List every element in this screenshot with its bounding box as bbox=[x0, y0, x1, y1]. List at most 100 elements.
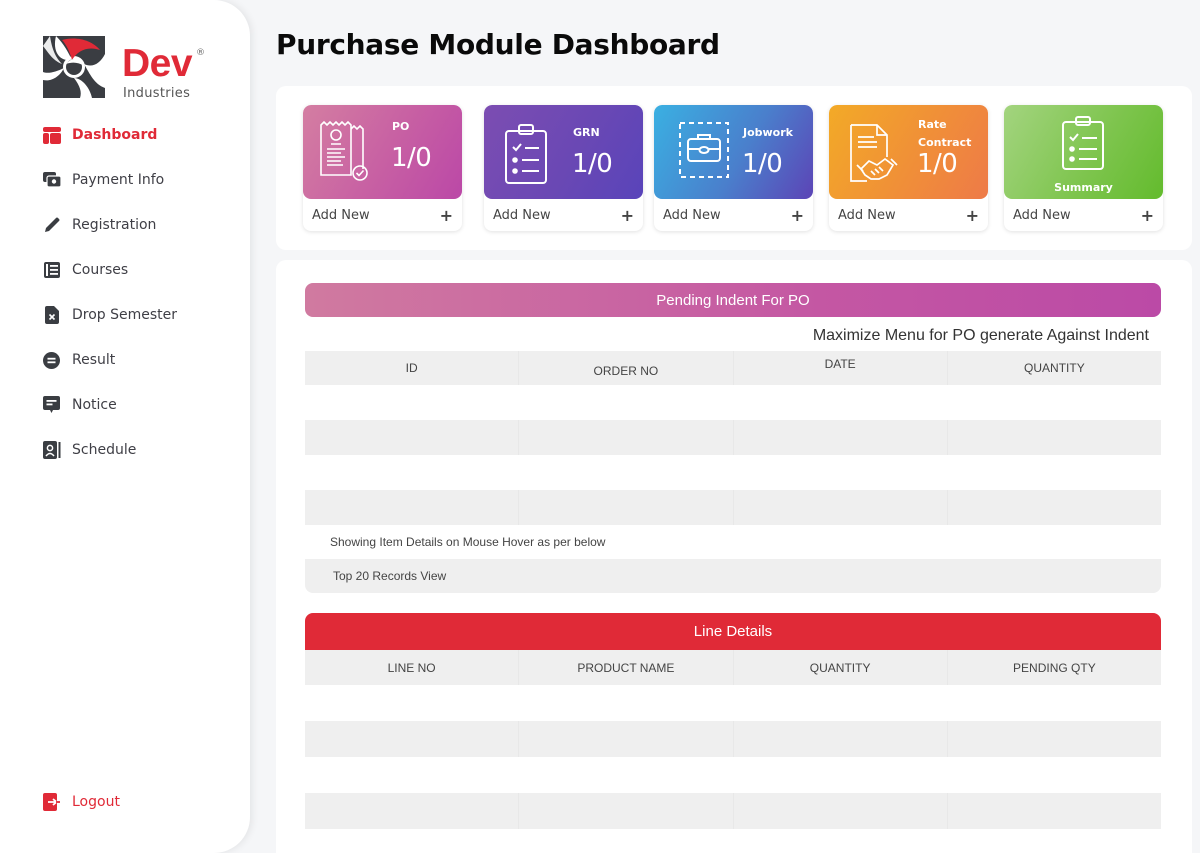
sidebar-item-label: Dashboard bbox=[72, 127, 158, 143]
column-header-pending-qty[interactable]: PENDING QTY bbox=[948, 650, 1161, 685]
table-row[interactable] bbox=[305, 757, 1161, 793]
sidebar-item-notice[interactable]: Notice bbox=[42, 393, 232, 417]
sidebar-item-result[interactable]: Result bbox=[42, 348, 232, 372]
card-count: 1/0 bbox=[391, 143, 432, 173]
table-row[interactable] bbox=[305, 455, 1161, 490]
sidebar-item-label: Payment Info bbox=[72, 172, 165, 188]
pencil-icon bbox=[42, 216, 61, 235]
add-new-jobwork-button[interactable]: Add New + bbox=[654, 199, 813, 231]
table-row[interactable] bbox=[305, 490, 1161, 525]
card-rate-contract-header[interactable]: Rate Contract 1/0 bbox=[829, 105, 988, 199]
sidebar-item-label: Result bbox=[72, 352, 116, 368]
table-header-row: ID ORDER NO DATE QUANTITY bbox=[305, 351, 1161, 385]
top-records-note[interactable]: Top 20 Records View bbox=[305, 559, 1161, 593]
card-jobwork-header[interactable]: Jobwork 1/0 bbox=[654, 105, 813, 199]
table-row[interactable] bbox=[305, 793, 1161, 829]
registered-mark: ® bbox=[196, 48, 205, 58]
column-header-product-name[interactable]: PRODUCT NAME bbox=[519, 650, 734, 685]
card-title: PO bbox=[392, 120, 410, 133]
hover-details-note: Showing Item Details on Mouse Hover as p… bbox=[305, 525, 1161, 559]
result-icon bbox=[42, 351, 61, 370]
card-count: 1/0 bbox=[572, 149, 613, 179]
table-row[interactable] bbox=[305, 721, 1161, 757]
dashboard-icon bbox=[42, 126, 61, 145]
plus-icon: + bbox=[620, 205, 634, 225]
logout-button[interactable]: Logout bbox=[42, 790, 232, 814]
notice-icon bbox=[42, 396, 61, 415]
drop-file-icon bbox=[42, 306, 61, 325]
maximize-menu-hint[interactable]: Maximize Menu for PO generate Against In… bbox=[813, 327, 1149, 345]
brand-name: Dev bbox=[122, 42, 193, 85]
schedule-icon bbox=[42, 441, 61, 460]
contract-handshake-icon bbox=[850, 124, 898, 182]
add-new-rate-contract-button[interactable]: Add New + bbox=[829, 199, 988, 231]
add-new-label: Add New bbox=[663, 207, 721, 223]
card-summary[interactable]: Summary Add New + bbox=[1004, 105, 1163, 231]
card-jobwork[interactable]: Jobwork 1/0 Add New + bbox=[654, 105, 813, 231]
card-grn[interactable]: GRN 1/0 Add New + bbox=[484, 105, 643, 231]
column-header-order-no[interactable]: ORDER NO bbox=[519, 351, 734, 385]
sidebar-item-label: Notice bbox=[72, 397, 117, 413]
table-row[interactable] bbox=[305, 385, 1161, 420]
line-details-table: LINE NO PRODUCT NAME QUANTITY PENDING QT… bbox=[305, 650, 1161, 829]
column-header-quantity[interactable]: QUANTITY bbox=[948, 351, 1161, 385]
sidebar-item-label: Drop Semester bbox=[72, 307, 178, 323]
logout-icon bbox=[42, 793, 61, 812]
column-header-date[interactable]: DATE bbox=[734, 351, 948, 385]
main-panel: Pending Indent For PO Maximize Menu for … bbox=[276, 260, 1192, 853]
column-header-quantity[interactable]: QUANTITY bbox=[734, 650, 948, 685]
table-row[interactable] bbox=[305, 420, 1161, 455]
sidebar-item-courses[interactable]: Courses bbox=[42, 258, 232, 282]
sidebar-item-payment-info[interactable]: Payment Info bbox=[42, 168, 232, 192]
column-header-line-no[interactable]: LINE NO bbox=[305, 650, 520, 685]
pending-indent-header: Pending Indent For PO bbox=[305, 283, 1161, 317]
briefcase-icon bbox=[679, 122, 729, 178]
courses-icon bbox=[42, 261, 61, 280]
table-row[interactable] bbox=[305, 685, 1161, 721]
logo-aperture-icon bbox=[43, 36, 105, 98]
sidebar-item-drop-semester[interactable]: Drop Semester bbox=[42, 303, 232, 327]
card-title: Rate Contract bbox=[918, 118, 972, 149]
card-title: Summary bbox=[1054, 181, 1113, 194]
sidebar: Dev ® Industries Dashboard Payment Info … bbox=[0, 0, 250, 853]
plus-icon: + bbox=[790, 205, 804, 225]
card-grn-header[interactable]: GRN 1/0 bbox=[484, 105, 643, 199]
add-new-summary-button[interactable]: Add New + bbox=[1004, 199, 1163, 231]
sidebar-item-registration[interactable]: Registration bbox=[42, 213, 232, 237]
brand-subtitle: Industries bbox=[123, 86, 191, 101]
add-new-label: Add New bbox=[838, 207, 896, 223]
sidebar-item-label: Courses bbox=[72, 262, 129, 278]
clipboard-summary-icon bbox=[1062, 116, 1104, 170]
clipboard-list-icon bbox=[505, 124, 547, 184]
card-title: GRN bbox=[573, 126, 600, 139]
sidebar-item-label: Schedule bbox=[72, 442, 137, 458]
column-header-id[interactable]: ID bbox=[305, 351, 520, 385]
add-new-po-button[interactable]: Add New + bbox=[303, 199, 462, 231]
page-title: Purchase Module Dashboard bbox=[276, 28, 720, 61]
payment-icon bbox=[42, 171, 61, 190]
table-header-row: LINE NO PRODUCT NAME QUANTITY PENDING QT… bbox=[305, 650, 1161, 685]
plus-icon: + bbox=[1140, 205, 1154, 225]
logout-label: Logout bbox=[72, 794, 120, 810]
card-count: 1/0 bbox=[917, 149, 958, 179]
add-new-grn-button[interactable]: Add New + bbox=[484, 199, 643, 231]
card-rate-contract[interactable]: Rate Contract 1/0 Add New + bbox=[829, 105, 988, 231]
sidebar-item-schedule[interactable]: Schedule bbox=[42, 438, 232, 462]
add-new-label: Add New bbox=[1013, 207, 1071, 223]
card-count: 1/0 bbox=[742, 149, 783, 179]
card-title: Jobwork bbox=[743, 126, 793, 139]
card-po-header[interactable]: PO 1/0 bbox=[303, 105, 462, 199]
line-details-header: Line Details bbox=[305, 613, 1161, 650]
receipt-icon bbox=[320, 120, 368, 181]
pending-indent-table: ID ORDER NO DATE QUANTITY Showing Item D… bbox=[305, 351, 1161, 593]
plus-icon: + bbox=[439, 205, 453, 225]
card-po[interactable]: PO 1/0 Add New + bbox=[303, 105, 462, 231]
brand-logo[interactable]: Dev ® Industries bbox=[42, 34, 212, 104]
plus-icon: + bbox=[965, 205, 979, 225]
sidebar-item-dashboard[interactable]: Dashboard bbox=[42, 123, 232, 147]
summary-cards-panel: PO 1/0 Add New + GRN 1/0 Add New + Jobwo… bbox=[276, 86, 1192, 250]
sidebar-item-label: Registration bbox=[72, 217, 157, 233]
add-new-label: Add New bbox=[312, 207, 370, 223]
card-summary-header[interactable]: Summary bbox=[1004, 105, 1163, 199]
add-new-label: Add New bbox=[493, 207, 551, 223]
